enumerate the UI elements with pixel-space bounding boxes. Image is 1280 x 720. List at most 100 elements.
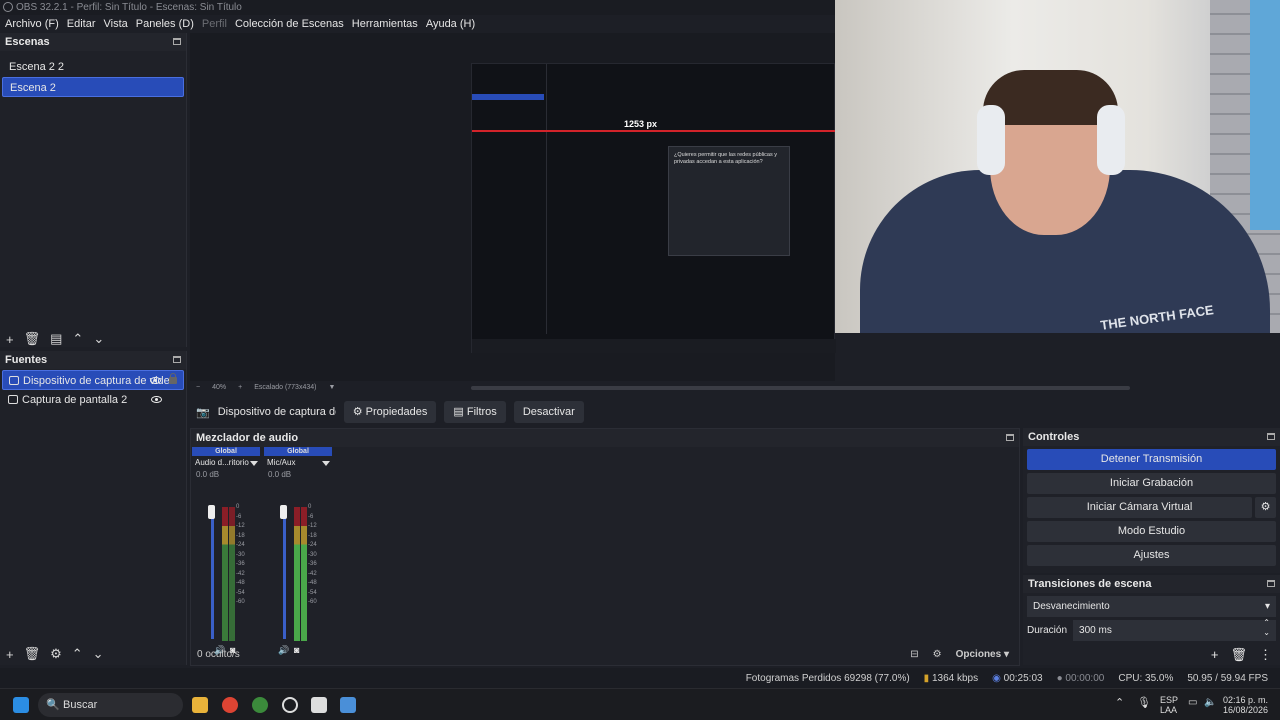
filters-button[interactable]: ▤ Filtros — [444, 401, 506, 423]
options-button[interactable]: Opciones ▾ — [956, 649, 1009, 660]
preview-scrollbar[interactable] — [471, 386, 1130, 390]
menu-profile[interactable]: Perfil — [202, 15, 227, 33]
microphone-icon[interactable]: 🎙 — [1137, 698, 1151, 709]
camera-icon — [9, 376, 19, 385]
clock[interactable]: 02:16 p. m. 16/08/2026 — [1218, 695, 1268, 715]
clock-date: 16/08/2026 — [1222, 705, 1268, 715]
zoom-in-icon[interactable]: + — [238, 382, 242, 394]
network-icon[interactable]: ▭ — [1188, 698, 1197, 708]
windows-start-icon[interactable] — [13, 697, 29, 713]
trash-icon[interactable]: 🗑 — [1230, 647, 1247, 663]
tick: -30 — [236, 551, 245, 558]
volume-fader-knob[interactable] — [280, 505, 287, 519]
chevron-up-icon[interactable]: ⌃ — [1115, 698, 1124, 709]
add-icon[interactable]: + — [6, 647, 14, 662]
language-indicator[interactable]: ESP LAA — [1160, 695, 1178, 715]
scene-item-selected[interactable]: Escena 2 — [2, 77, 184, 97]
volume-icon[interactable]: 🔈 — [1204, 698, 1216, 708]
file-explorer-icon[interactable] — [192, 697, 208, 713]
undock-icon[interactable] — [173, 38, 181, 45]
windows-taskbar: 🔍 Buscar ⌃ 🎙 ESP LAA ▭ 🔈 02:16 p. m. 16/… — [0, 688, 1280, 720]
taskbar-search[interactable]: 🔍 Buscar — [38, 693, 183, 717]
volume-fader-knob[interactable] — [208, 505, 215, 519]
zoom-level: 40% — [212, 384, 227, 391]
zoom-out-icon[interactable]: − — [196, 382, 200, 394]
chrome-icon[interactable] — [222, 697, 238, 713]
menu-help[interactable]: Ayuda (H) — [426, 15, 475, 33]
chrome-profile-icon[interactable] — [252, 697, 268, 713]
chevron-up-icon[interactable]: ⌃ — [72, 331, 83, 347]
menu-view[interactable]: Vista — [104, 15, 128, 33]
transitions-title: Transiciones de escena — [1028, 578, 1152, 590]
stop-streaming-button[interactable]: Detener Transmisión — [1027, 449, 1276, 470]
options-label: Opciones — [955, 648, 1002, 660]
record-time: ● 00:00:00 — [1056, 672, 1105, 684]
channel-name-dropdown[interactable]: Mic/Aux — [264, 456, 332, 470]
app-icon[interactable] — [311, 697, 327, 713]
volume-fader-track[interactable] — [283, 509, 286, 639]
source-item-video-capture[interactable]: Dispositivo de captura de video — [2, 370, 184, 390]
channel-name-dropdown[interactable]: Audio d...ritorio — [192, 456, 260, 470]
add-icon[interactable]: + — [1211, 647, 1219, 663]
menu-scene-collection[interactable]: Colección de Escenas — [235, 15, 344, 33]
transition-select[interactable]: Desvanecimiento ▾ — [1027, 596, 1276, 617]
undock-icon[interactable] — [1267, 580, 1275, 587]
chevron-down-icon[interactable]: ⌄ — [93, 331, 104, 347]
undock-icon[interactable] — [1006, 434, 1014, 441]
settings-button[interactable]: Ajustes — [1027, 545, 1276, 566]
source-label: Captura de pantalla 2 — [22, 394, 128, 406]
trash-icon[interactable]: 🗑 — [24, 646, 41, 662]
start-recording-button[interactable]: Iniciar Grabación — [1027, 473, 1276, 494]
gear-icon[interactable]: ⚙ — [1255, 497, 1276, 518]
lock-icon[interactable] — [169, 373, 177, 384]
advanced-audio-icon[interactable]: ⚙ — [933, 649, 942, 660]
start-virtual-camera-button[interactable]: Iniciar Cámara Virtual — [1027, 497, 1252, 518]
chevron-down-icon[interactable]: ⌄ — [93, 646, 104, 662]
controls-header: Controles — [1023, 428, 1280, 446]
source-context-bar: 📷 Dispositivo de captura de v ⚙ Propieda… — [190, 400, 1280, 424]
more-icon[interactable]: ⋮ — [1259, 647, 1272, 663]
chevron-up-icon[interactable]: ⌃ — [72, 646, 83, 662]
gear-icon[interactable]: ⚙ — [50, 646, 62, 662]
meter-scale: 0 -6 -12 -18 -24 -30 -36 -42 -48 -54 -60 — [308, 503, 317, 608]
scale-label: Escalado (773x434) — [254, 384, 317, 391]
spin-arrows-icon[interactable]: ⌃ ⌄ — [1263, 618, 1270, 638]
tick: -42 — [236, 570, 245, 577]
bitrate-value: 1364 kbps — [931, 672, 979, 684]
studio-mode-button[interactable]: Modo Estudio — [1027, 521, 1276, 542]
undock-icon[interactable] — [1267, 433, 1275, 440]
eye-icon[interactable] — [151, 396, 162, 403]
add-icon[interactable]: + — [6, 332, 14, 347]
level-meter — [222, 507, 228, 641]
filter-icon[interactable]: ▤ — [50, 331, 62, 347]
window-icon[interactable] — [340, 697, 356, 713]
tick: -42 — [308, 570, 317, 577]
obs-taskbar-icon[interactable] — [282, 697, 298, 713]
scenes-dock: Escenas Escena 2 2 Escena 2 + 🗑 ▤ ⌃ ⌄ — [0, 33, 187, 347]
undock-icon[interactable] — [173, 356, 181, 363]
menu-file[interactable]: Archivo (F) — [5, 15, 59, 33]
deactivate-button[interactable]: Desactivar — [513, 401, 584, 423]
menu-edit[interactable]: Editar — [67, 15, 96, 33]
headphone-left — [977, 105, 1005, 175]
channel-header: Global — [264, 447, 332, 456]
chevron-down-icon[interactable]: ▼ — [328, 382, 335, 394]
filters-label: Filtros — [466, 406, 497, 418]
headphone-right — [1097, 105, 1125, 175]
record-time-value: 00:00:00 — [1065, 672, 1105, 684]
stream-icon: ◉ — [992, 672, 1001, 684]
eye-icon[interactable] — [150, 377, 161, 384]
tick: -30 — [308, 551, 317, 558]
source-item-display-capture[interactable]: Captura de pantalla 2 — [2, 390, 184, 410]
menu-tools[interactable]: Herramientas — [352, 15, 418, 33]
trash-icon[interactable]: 🗑 — [24, 331, 41, 347]
obs-logo-icon — [3, 2, 13, 12]
controls-title: Controles — [1028, 431, 1080, 443]
level-meter — [301, 507, 307, 641]
properties-button[interactable]: ⚙ Propiedades — [343, 401, 437, 423]
menu-docks[interactable]: Paneles (D) — [136, 15, 194, 33]
scene-item[interactable]: Escena 2 2 — [2, 57, 184, 77]
layout-icon[interactable]: ⊟ — [910, 649, 918, 660]
volume-fader-track[interactable] — [211, 509, 214, 639]
duration-spinbox[interactable]: 300 ms ⌃ ⌄ — [1073, 618, 1276, 641]
